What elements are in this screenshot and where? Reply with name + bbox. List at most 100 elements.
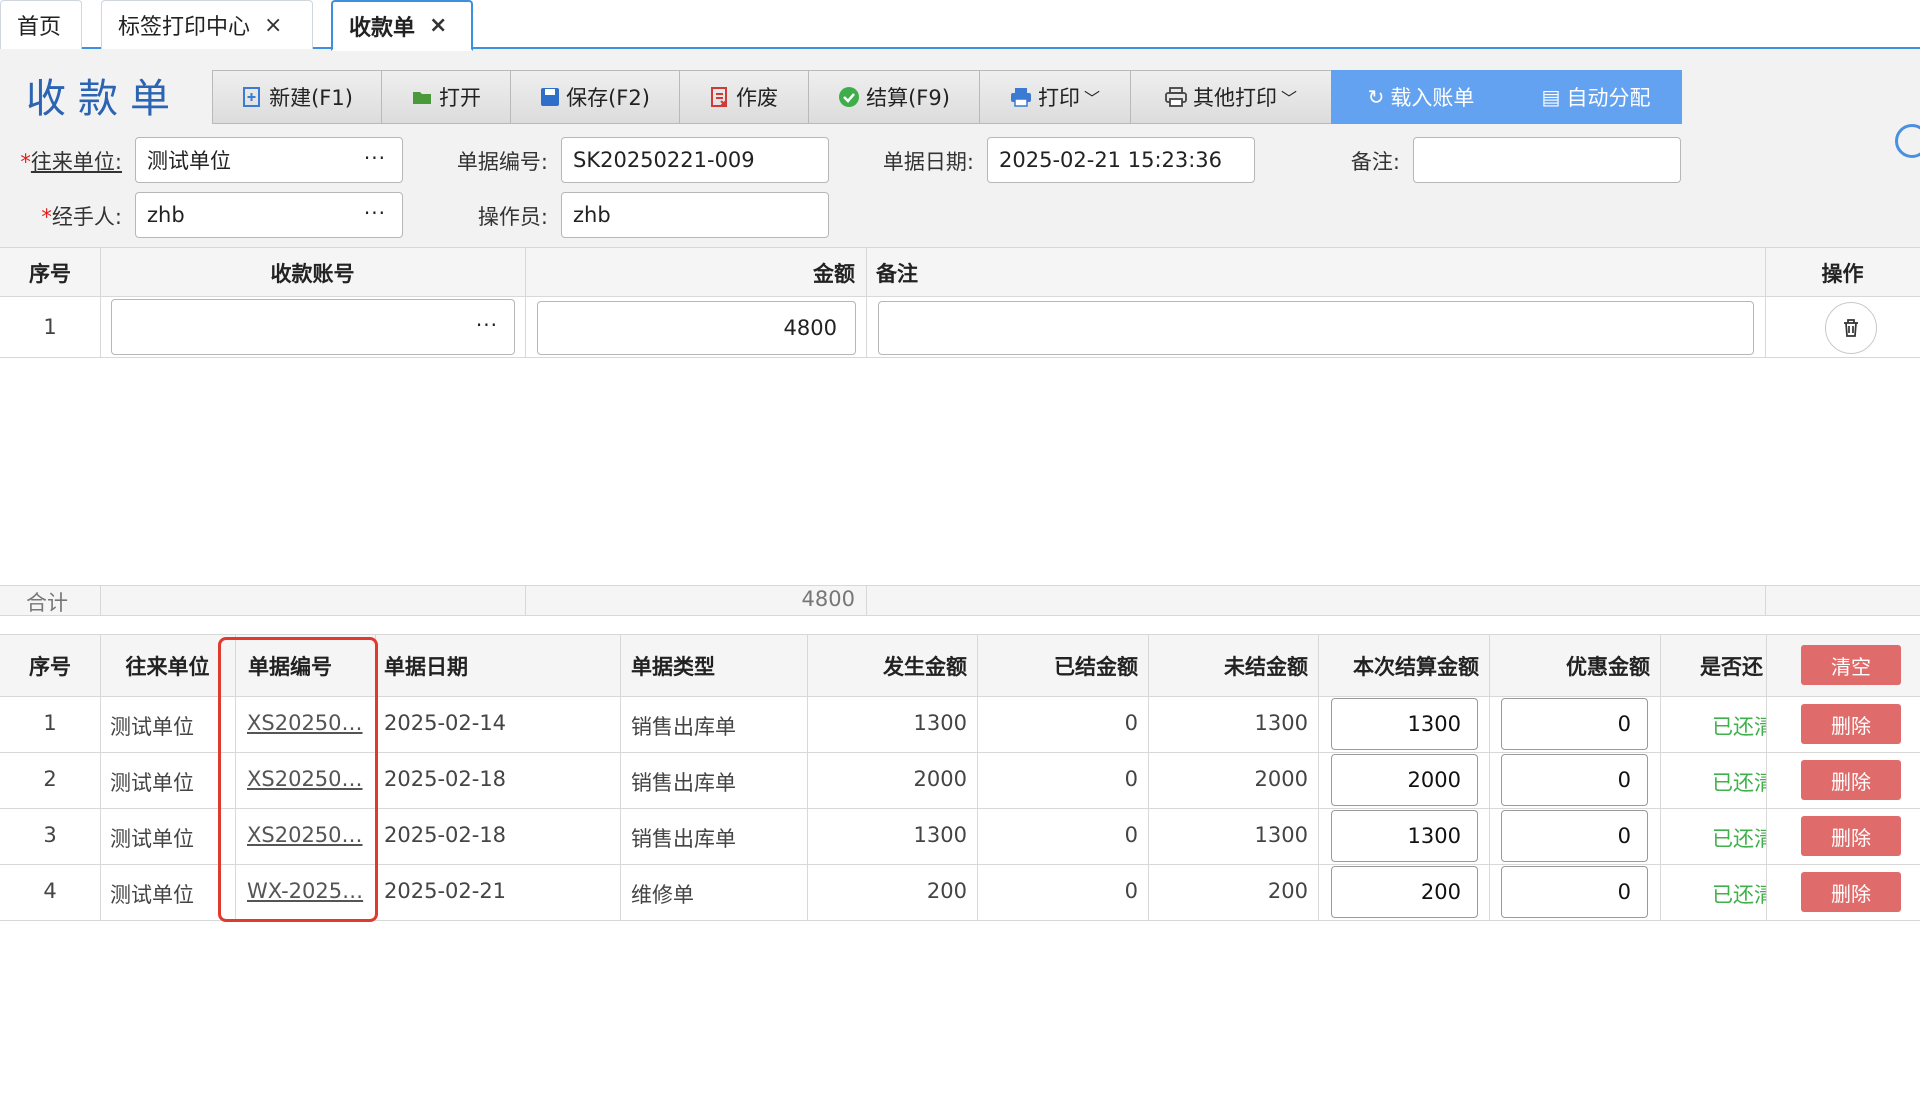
clear-button[interactable]: 清空: [1801, 645, 1901, 685]
save-button-label: 保存(F2): [566, 86, 650, 110]
this-settle-input[interactable]: 2000: [1331, 754, 1478, 806]
new-doc-icon: [243, 87, 261, 107]
operator-field[interactable]: zhb: [561, 192, 829, 238]
tab-label: 收款单: [349, 15, 416, 41]
tab-label: 首页: [17, 15, 62, 40]
chevron-down-icon: ﹀: [1280, 89, 1297, 108]
load-bill-button[interactable]: ↻ 载入账单: [1331, 70, 1511, 124]
row-date: 2025-02-18: [384, 823, 507, 847]
trash-icon[interactable]: [1825, 302, 1877, 354]
row-unsettled: 1300: [1254, 823, 1308, 847]
auto-allocate-button-label: 自动分配: [1566, 86, 1651, 110]
partner-field[interactable]: 测试单位 ···: [135, 137, 403, 183]
row-settled: 0: [1124, 767, 1138, 791]
chevron-down-icon: ﹀: [1083, 89, 1100, 108]
auto-allocate-button[interactable]: ▤ 自动分配: [1510, 70, 1682, 124]
load-bill-button-label: 载入账单: [1390, 86, 1475, 110]
folder-icon: [413, 92, 431, 104]
new-button[interactable]: 新建(F1): [212, 70, 382, 124]
row-partner: 测试单位: [110, 771, 194, 795]
row-date: 2025-02-14: [384, 711, 507, 735]
new-button-label: 新建(F1): [269, 86, 353, 110]
printer-icon: [1010, 88, 1031, 107]
col-type: 单据类型: [631, 655, 715, 679]
discount-input[interactable]: 0: [1501, 810, 1648, 862]
remark-label: 备注:: [1350, 150, 1400, 174]
row-seq: 1: [43, 711, 57, 735]
clipboard-icon: ▤: [1541, 85, 1561, 109]
handler-field[interactable]: zhb ···: [135, 192, 403, 238]
delete-button[interactable]: 删除: [1801, 760, 1901, 800]
delete-button[interactable]: 删除: [1801, 704, 1901, 744]
this-settle-input[interactable]: 1300: [1331, 698, 1478, 750]
this-settle-input[interactable]: 200: [1331, 866, 1478, 918]
row-occur: 2000: [913, 767, 967, 791]
row-settled: 0: [1124, 711, 1138, 735]
row-settled: 0: [1124, 879, 1138, 903]
total-amount: 4800: [801, 587, 855, 611]
row-settled: 0: [1124, 823, 1138, 847]
row-remark-field[interactable]: [878, 301, 1754, 355]
discount-input[interactable]: 0: [1501, 866, 1648, 918]
row-seq: 3: [43, 823, 57, 847]
amount-field[interactable]: 4800: [537, 301, 856, 355]
more-icon[interactable]: ···: [364, 201, 386, 225]
col-returned: 是否还: [1700, 655, 1763, 679]
col-settled: 已结金额: [1054, 655, 1138, 679]
row-unsettled: 2000: [1254, 767, 1308, 791]
doc-no-field[interactable]: SK20250221-009: [561, 137, 829, 183]
row-occur: 1300: [913, 823, 967, 847]
print-button-label: 打印: [1037, 86, 1080, 110]
doc-date-label: 单据日期:: [882, 150, 974, 174]
open-button[interactable]: 打开: [381, 70, 511, 124]
remark-field[interactable]: [1413, 137, 1681, 183]
col-partner: 往来单位: [125, 655, 210, 679]
row-partner: 测试单位: [110, 827, 194, 851]
more-icon[interactable]: ···: [364, 146, 386, 170]
other-print-button[interactable]: 其他打印 ﹀: [1130, 70, 1332, 124]
settle-button[interactable]: 结算(F9): [808, 70, 980, 124]
void-button[interactable]: 作废: [679, 70, 809, 124]
this-settle-input[interactable]: 1300: [1331, 810, 1478, 862]
tab-label: 标签打印中心: [118, 15, 251, 40]
check-circle-icon: [839, 87, 860, 107]
tab-home[interactable]: 首页: [0, 0, 82, 49]
total-row: [0, 585, 1920, 615]
doc-date-field[interactable]: 2025-02-21 15:23:36: [987, 137, 1255, 183]
col-account: 收款账号: [270, 262, 355, 286]
doc-no-label: 单据编号:: [456, 150, 548, 174]
delete-button[interactable]: 删除: [1801, 816, 1901, 856]
partner-value: 测试单位: [147, 149, 231, 173]
status-badge: 已还清: [1712, 827, 1766, 851]
row-unsettled: 200: [1267, 879, 1308, 903]
col-action: 操作: [1821, 262, 1864, 286]
close-icon[interactable]: ×: [429, 13, 447, 38]
account-field[interactable]: ···: [111, 299, 515, 355]
row-occur: 1300: [913, 711, 967, 735]
col-seq: 序号: [29, 262, 71, 286]
more-icon[interactable]: ···: [476, 313, 498, 337]
col-amount: 金额: [813, 262, 855, 286]
row-seq: 4: [43, 879, 57, 903]
settle-button-label: 结算(F9): [866, 86, 950, 110]
void-button-label: 作废: [736, 86, 778, 110]
tab-label-print-center[interactable]: 标签打印中心 ×: [101, 0, 313, 49]
discount-input[interactable]: 0: [1501, 698, 1648, 750]
row-type: 销售出库单: [631, 715, 736, 739]
col-occur: 发生金额: [883, 655, 967, 679]
discount-input[interactable]: 0: [1501, 754, 1648, 806]
col-remark: 备注: [876, 262, 918, 286]
other-print-button-label: 其他打印: [1192, 86, 1277, 110]
col-seq: 序号: [29, 655, 71, 679]
save-button[interactable]: 保存(F2): [510, 70, 680, 124]
operator-label: 操作员:: [477, 205, 548, 229]
tab-receipt[interactable]: 收款单 ×: [331, 0, 473, 51]
row-type: 维修单: [631, 883, 694, 907]
print-button[interactable]: 打印 ﹀: [979, 70, 1131, 124]
delete-button[interactable]: 删除: [1801, 872, 1901, 912]
row-partner: 测试单位: [110, 715, 194, 739]
status-badge: 已还清: [1712, 771, 1766, 795]
partner-label: *往来单位:: [20, 150, 122, 174]
close-icon[interactable]: ×: [264, 13, 282, 38]
row-type: 销售出库单: [631, 771, 736, 795]
